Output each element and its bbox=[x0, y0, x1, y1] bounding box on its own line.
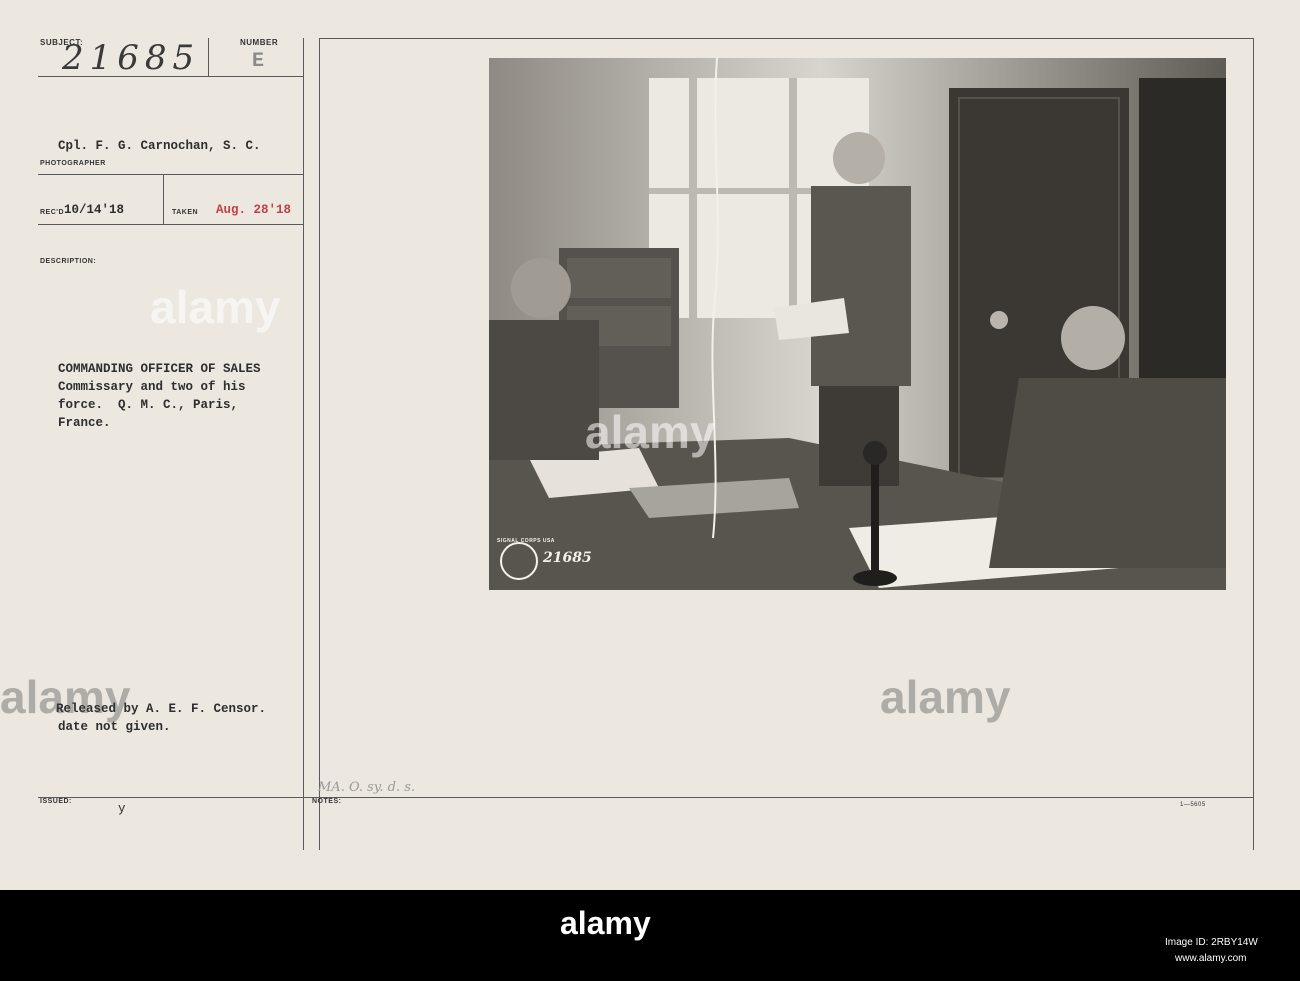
number-label: NUMBER bbox=[240, 38, 279, 47]
office-scene-illustration bbox=[489, 58, 1226, 590]
photo-panel-right-border bbox=[1253, 38, 1254, 850]
watermark-left-bottom: alamy bbox=[0, 671, 131, 723]
date-rule bbox=[38, 224, 303, 225]
issued-mark: y bbox=[118, 802, 126, 816]
notes-label: NOTES: bbox=[312, 798, 342, 805]
rec-label: REC'D bbox=[40, 209, 64, 216]
subject-number: 21685 bbox=[62, 38, 201, 78]
description-line-2: Commissary and two of his bbox=[58, 380, 246, 394]
site-url: www.alamy.com bbox=[1175, 953, 1247, 964]
photographer-rule bbox=[38, 174, 303, 175]
photo-panel-left-border bbox=[319, 38, 320, 850]
photo-stamp-number: 21685 bbox=[543, 550, 592, 566]
taken-label: TAKEN bbox=[172, 209, 199, 216]
photo-panel-top-border bbox=[319, 38, 1254, 39]
description-label: DESCRIPTION: bbox=[40, 258, 97, 265]
description-line-4: France. bbox=[58, 416, 111, 430]
rec-date: 10/14'18 bbox=[64, 203, 125, 217]
notes-rule bbox=[38, 797, 1254, 798]
photographer-name: Cpl. F. G. Carnochan, S. C. bbox=[58, 139, 261, 153]
archival-photograph: 21685 SIGNAL CORPS USA bbox=[489, 58, 1226, 590]
watermark-left-top: alamy bbox=[150, 281, 281, 333]
watermark-right: alamy bbox=[880, 671, 1011, 723]
description-line-3: force. Q. M. C., Paris, bbox=[58, 398, 239, 412]
photo-stamp-text: SIGNAL CORPS USA bbox=[497, 538, 555, 544]
number-divider bbox=[208, 38, 209, 76]
issued-label: ISSUED: bbox=[40, 798, 72, 805]
image-id: Image ID: 2RBY14W bbox=[1165, 937, 1258, 948]
date-divider bbox=[163, 174, 164, 224]
photographer-label: PHOTOGRAPHER bbox=[40, 160, 106, 167]
stock-footer: alamy Image ID: 2RBY14W www.alamy.com bbox=[0, 890, 1300, 981]
taken-date: Aug. 28'18 bbox=[216, 203, 292, 217]
description-line-1: COMMANDING OFFICER OF SALES bbox=[58, 362, 261, 376]
notes-handwriting: MA. O. sy. d. s. bbox=[318, 780, 416, 795]
form-number: 1—5605 bbox=[1180, 802, 1206, 808]
watermark-center: alamy bbox=[585, 406, 716, 458]
brand-logo: alamy bbox=[560, 905, 651, 941]
number-letter: E bbox=[252, 50, 265, 73]
archive-card: SUBJECT: NUMBER 21685 E Cpl. F. G. Carno… bbox=[0, 0, 1300, 890]
left-panel-divider bbox=[303, 38, 304, 850]
